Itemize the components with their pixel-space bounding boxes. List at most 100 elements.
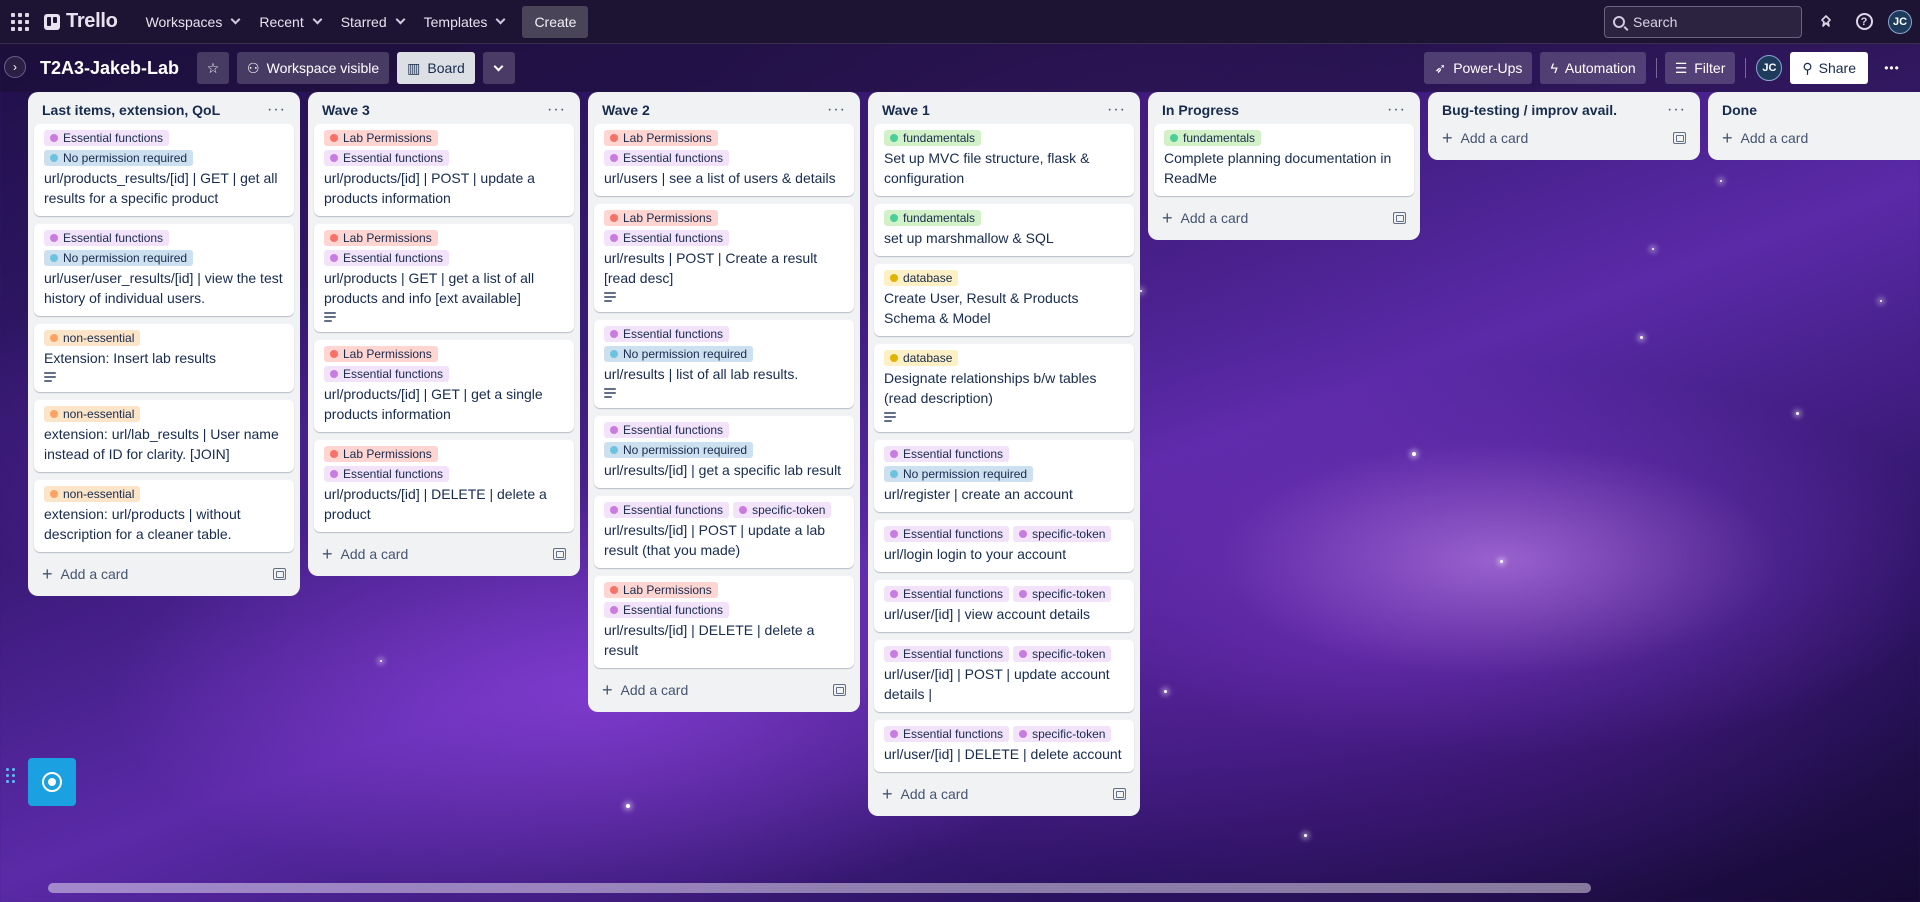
card-label[interactable]: specific-token	[733, 502, 832, 518]
list-column[interactable]: Wave 1 ··· fundamentals Set up MVC file str…	[868, 92, 1140, 816]
list-title[interactable]: Wave 3	[322, 102, 370, 118]
card-label[interactable]: specific-token	[1013, 646, 1112, 662]
create-from-template-icon[interactable]	[553, 548, 566, 560]
list-column[interactable]: In Progress ··· fundamentals Complete plann…	[1148, 92, 1420, 240]
horizontal-scrollbar[interactable]	[48, 883, 1591, 893]
card[interactable]: Essential functions No permission require…	[34, 224, 294, 316]
card-label[interactable]: database	[884, 270, 959, 286]
nav-templates[interactable]: Templates	[414, 6, 515, 38]
card-label[interactable]: Essential functions	[884, 586, 1010, 602]
search-box[interactable]	[1604, 5, 1802, 38]
card[interactable]: Essential functions specific-token url/use…	[874, 580, 1134, 632]
card-label[interactable]: Essential functions	[604, 150, 730, 166]
card[interactable]: database Create User, Result & Products S…	[874, 264, 1134, 336]
card[interactable]: Essential functions specific-token url/log…	[874, 520, 1134, 572]
card[interactable]: Lab Permissions Essential functions url/re…	[594, 576, 854, 668]
card[interactable]: database Designate relationships b/w tabl…	[874, 344, 1134, 432]
card-label[interactable]: Lab Permissions	[324, 130, 438, 146]
card[interactable]: Lab Permissions Essential functions url/pr…	[314, 224, 574, 332]
list-menu-icon[interactable]: ···	[1387, 102, 1406, 118]
create-from-template-icon[interactable]	[1393, 212, 1406, 224]
add-card-button[interactable]: + Add a card	[1722, 128, 1808, 149]
account-avatar[interactable]: JC	[1888, 9, 1912, 34]
list-column[interactable]: Done··· + Add a card	[1708, 92, 1920, 160]
create-from-template-icon[interactable]	[273, 568, 286, 580]
drag-handle-icon[interactable]	[6, 768, 15, 783]
add-card-button[interactable]: + Add a card	[1442, 128, 1528, 149]
list-title[interactable]: Wave 1	[882, 102, 930, 118]
create-button[interactable]: Create	[522, 5, 589, 38]
card[interactable]: non-essential Extension: Insert lab resul…	[34, 324, 294, 392]
create-from-template-icon[interactable]	[1113, 788, 1126, 800]
card-label[interactable]: No permission required	[884, 466, 1034, 482]
card[interactable]: Lab Permissions Essential functions url/pr…	[314, 340, 574, 432]
add-card-button[interactable]: + Add a card	[322, 544, 408, 565]
card-label[interactable]: non-essential	[44, 330, 141, 346]
card-label[interactable]: Lab Permissions	[324, 230, 438, 246]
list-column[interactable]: Wave 3 ··· Lab Permissions Essential functi…	[308, 92, 580, 576]
list-column[interactable]: Bug-testing / improv avail. ··· + Add a car…	[1428, 92, 1700, 160]
card[interactable]: Lab Permissions Essential functions url/us…	[594, 124, 854, 196]
card[interactable]: Essential functions No permission require…	[34, 124, 294, 216]
card-label[interactable]: specific-token	[1013, 526, 1112, 542]
card[interactable]: Essential functions No permission require…	[594, 416, 854, 488]
card-label[interactable]: Lab Permissions	[324, 346, 438, 362]
list-menu-icon[interactable]: ···	[827, 102, 846, 118]
card-label[interactable]: Essential functions	[44, 230, 170, 246]
card-label[interactable]: Lab Permissions	[604, 582, 718, 598]
card-label[interactable]: No permission required	[44, 250, 194, 266]
board-title[interactable]: T2A3-Jakeb-Lab	[30, 58, 189, 79]
card[interactable]: Lab Permissions Essential functions url/re…	[594, 204, 854, 312]
list-title[interactable]: Done	[1722, 102, 1757, 118]
card-label[interactable]: specific-token	[1013, 726, 1112, 742]
list-column[interactable]: Wave 2 ··· Lab Permissions Essential functi…	[588, 92, 860, 712]
view-switcher-button[interactable]	[482, 52, 515, 84]
card-label[interactable]: Essential functions	[324, 366, 450, 382]
nav-starred[interactable]: Starred	[331, 6, 414, 38]
card[interactable]: Essential functions No permission require…	[594, 320, 854, 408]
list-title[interactable]: Bug-testing / improv avail.	[1442, 102, 1617, 118]
card-label[interactable]: Essential functions	[604, 602, 730, 618]
card-label[interactable]: Lab Permissions	[324, 446, 438, 462]
list-menu-icon[interactable]: ···	[267, 102, 286, 118]
card-label[interactable]: Essential functions	[884, 526, 1010, 542]
card-label[interactable]: Essential functions	[884, 646, 1010, 662]
sidebar-toggle-chevron-icon[interactable]: ›	[4, 56, 26, 78]
card-label[interactable]: Essential functions	[324, 250, 450, 266]
floating-record-button[interactable]	[28, 758, 76, 806]
add-card-button[interactable]: + Add a card	[1162, 208, 1248, 229]
board-view-button[interactable]: ▥ Board	[397, 52, 475, 84]
list-menu-icon[interactable]: ···	[1667, 102, 1686, 118]
card[interactable]: Essential functions No permission require…	[874, 440, 1134, 512]
automation-button[interactable]: ϟ Automation	[1540, 52, 1646, 84]
search-input[interactable]	[1633, 13, 1783, 30]
card-label[interactable]: Lab Permissions	[604, 210, 718, 226]
power-ups-button[interactable]: ➶ Power-Ups	[1424, 52, 1533, 84]
list-column[interactable]: Last items, extension, QoL ··· Essential f…	[28, 92, 300, 596]
notifications-icon[interactable]	[1812, 8, 1840, 36]
card-label[interactable]: Essential functions	[604, 230, 730, 246]
card[interactable]: Lab Permissions Essential functions url/pr…	[314, 124, 574, 216]
card-label[interactable]: No permission required	[604, 442, 754, 458]
board-menu-button[interactable]: •••	[1876, 52, 1908, 84]
list-menu-icon[interactable]: ···	[1107, 102, 1126, 118]
list-title[interactable]: Last items, extension, QoL	[42, 102, 220, 118]
card-label[interactable]: Essential functions	[604, 422, 730, 438]
card-label[interactable]: fundamentals	[884, 210, 982, 226]
star-board-button[interactable]: ☆	[197, 52, 230, 84]
list-title[interactable]: Wave 2	[602, 102, 650, 118]
list-title[interactable]: In Progress	[1162, 102, 1239, 118]
create-from-template-icon[interactable]	[1673, 132, 1686, 144]
create-from-template-icon[interactable]	[833, 684, 846, 696]
filter-button[interactable]: ☰ Filter	[1664, 52, 1736, 84]
nav-recent[interactable]: Recent	[249, 6, 330, 38]
card[interactable]: non-essential extension: url/products | w…	[34, 480, 294, 552]
add-card-button[interactable]: + Add a card	[602, 680, 688, 701]
card[interactable]: fundamentals Complete planning documentat…	[1154, 124, 1414, 196]
card[interactable]: fundamentals set up marshmallow & SQL	[874, 204, 1134, 256]
card-label[interactable]: Essential functions	[44, 130, 170, 146]
card[interactable]: Essential functions specific-token url/use…	[874, 640, 1134, 712]
card[interactable]: non-essential extension: url/lab_results …	[34, 400, 294, 472]
board-member-avatar[interactable]: JC	[1756, 55, 1783, 81]
list-menu-icon[interactable]: ···	[547, 102, 566, 118]
